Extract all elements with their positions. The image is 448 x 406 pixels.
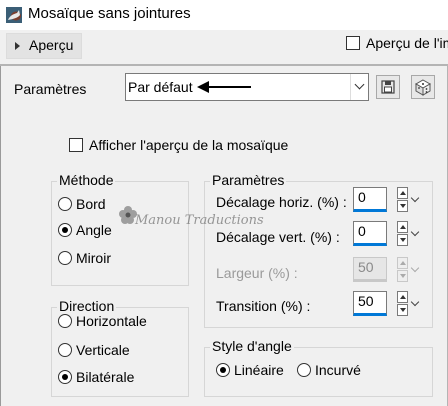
apercu-image-checkbox[interactable]	[346, 36, 360, 50]
offset-horizontal-value: 0	[358, 189, 366, 205]
expand-arrow-icon	[15, 42, 20, 50]
settings-panel: Paramètres Par défaut Afficher l'aperçu …	[0, 66, 447, 406]
method-radio-angle[interactable]	[58, 223, 72, 237]
corner-style-label-lineaire: Linéaire	[234, 362, 284, 378]
width-spinner	[397, 257, 408, 282]
offset-vertical-dropdown-icon[interactable]	[411, 221, 421, 246]
direction-label-horizontale: Horizontale	[76, 313, 147, 329]
spin-up-icon[interactable]	[397, 221, 408, 233]
random-preset-button[interactable]	[411, 75, 435, 99]
floppy-disk-icon	[381, 80, 395, 94]
corner-style-label-incurve: Incurvé	[315, 362, 361, 378]
spin-down-icon	[397, 270, 408, 282]
transition-input[interactable]: 50	[353, 291, 387, 316]
parameters-legend: Paramètres	[210, 172, 287, 188]
chevron-down-icon	[350, 74, 369, 100]
corner-style-radio-incurve[interactable]	[297, 363, 311, 377]
app-icon	[6, 7, 22, 23]
preview-toolbar: Aperçu Aperçu de l'im	[0, 30, 448, 64]
dice-icon	[414, 79, 432, 96]
width-value: 50	[358, 259, 374, 275]
spin-up-icon	[397, 257, 408, 269]
method-label-miroir: Miroir	[76, 250, 111, 266]
method-label-angle: Angle	[76, 222, 112, 238]
corner-style-legend: Style d'angle	[210, 338, 294, 354]
radio-selected-dot	[62, 374, 68, 380]
direction-radio-horizontale[interactable]	[58, 314, 72, 328]
direction-radio-verticale[interactable]	[58, 343, 72, 357]
offset-horizontal-spinner[interactable]	[397, 187, 408, 212]
transition-value: 50	[358, 293, 374, 309]
apercu-toggle-button[interactable]: Aperçu	[6, 33, 82, 59]
radio-selected-dot	[220, 367, 226, 373]
method-group	[51, 181, 189, 286]
width-label: Largeur (%) :	[216, 265, 298, 281]
spin-down-icon[interactable]	[397, 200, 408, 212]
watermark-text: Manou Traductions	[135, 213, 264, 228]
spin-up-icon[interactable]	[397, 291, 408, 303]
transition-dropdown-icon[interactable]	[411, 291, 421, 316]
apercu-image-label: Aperçu de l'im	[366, 35, 448, 51]
presets-value: Par défaut	[128, 79, 193, 95]
presets-label: Paramètres	[14, 81, 87, 97]
width-input: 50	[353, 257, 387, 282]
offset-horizontal-input[interactable]: 0	[353, 187, 387, 212]
apercu-label: Aperçu	[29, 37, 74, 53]
method-radio-miroir[interactable]	[58, 251, 72, 265]
annotation-arrow-icon	[197, 81, 251, 93]
save-preset-button[interactable]	[376, 75, 400, 99]
spin-down-icon[interactable]	[397, 304, 408, 316]
method-legend: Méthode	[57, 172, 116, 188]
window-title: Mosaïque sans jointures	[28, 5, 191, 22]
offset-horizontal-dropdown-icon[interactable]	[411, 187, 421, 212]
title-bar: Mosaïque sans jointures	[0, 0, 448, 30]
method-radio-bord[interactable]	[58, 197, 72, 211]
offset-vertical-input[interactable]: 0	[353, 221, 387, 246]
offset-vertical-spinner[interactable]	[397, 221, 408, 246]
spin-up-icon[interactable]	[397, 187, 408, 199]
spin-down-icon[interactable]	[397, 234, 408, 246]
radio-selected-dot	[62, 227, 68, 233]
transition-spinner[interactable]	[397, 291, 408, 316]
width-dropdown-icon	[411, 257, 421, 282]
show-tile-preview-label: Afficher l'aperçu de la mosaïque	[89, 137, 289, 153]
offset-horizontal-label: Décalage horiz. (%) :	[216, 194, 347, 210]
direction-label-verticale: Verticale	[76, 342, 130, 358]
direction-legend: Direction	[57, 298, 117, 314]
show-tile-preview-checkbox[interactable]	[69, 138, 83, 152]
corner-style-radio-lineaire[interactable]	[216, 363, 230, 377]
direction-label-bilaterale: Bilatérale	[76, 369, 135, 385]
offset-vertical-label: Décalage vert. (%) :	[216, 229, 340, 245]
transition-label: Transition (%) :	[216, 298, 311, 314]
direction-radio-bilaterale[interactable]	[58, 370, 72, 384]
offset-vertical-value: 0	[358, 223, 366, 239]
method-label-bord: Bord	[76, 196, 106, 212]
